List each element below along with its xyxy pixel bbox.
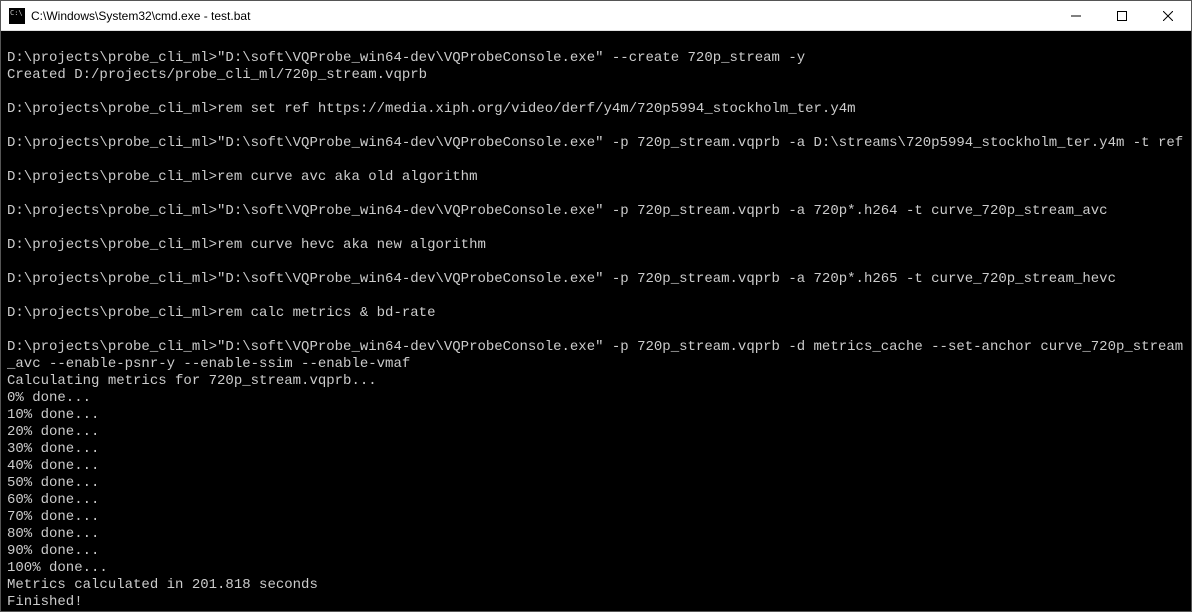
terminal-line: 50% done... [7, 475, 1185, 492]
close-button[interactable] [1145, 1, 1191, 30]
terminal-line [7, 186, 1185, 203]
terminal-line: 40% done... [7, 458, 1185, 475]
terminal-output[interactable]: D:\projects\probe_cli_ml>"D:\soft\VQProb… [1, 31, 1191, 611]
window-controls [1053, 1, 1191, 30]
terminal-line: Finished! [7, 594, 1185, 611]
terminal-line: 0% done... [7, 390, 1185, 407]
terminal-line: D:\projects\probe_cli_ml>"D:\soft\VQProb… [7, 339, 1185, 373]
maximize-button[interactable] [1099, 1, 1145, 30]
terminal-line [7, 322, 1185, 339]
terminal-line: D:\projects\probe_cli_ml>rem curve avc a… [7, 169, 1185, 186]
terminal-line [7, 288, 1185, 305]
terminal-line: D:\projects\probe_cli_ml>"D:\soft\VQProb… [7, 203, 1185, 220]
terminal-line: 100% done... [7, 560, 1185, 577]
terminal-line: D:\projects\probe_cli_ml>rem set ref htt… [7, 101, 1185, 118]
terminal-line: Calculating metrics for 720p_stream.vqpr… [7, 373, 1185, 390]
terminal-line: D:\projects\probe_cli_ml>"D:\soft\VQProb… [7, 50, 1185, 67]
terminal-line: 10% done... [7, 407, 1185, 424]
terminal-line: 20% done... [7, 424, 1185, 441]
terminal-line [7, 118, 1185, 135]
terminal-line [7, 84, 1185, 101]
terminal-line: 80% done... [7, 526, 1185, 543]
terminal-line: 60% done... [7, 492, 1185, 509]
cmd-icon [9, 8, 25, 24]
terminal-line: D:\projects\probe_cli_ml>"D:\soft\VQProb… [7, 135, 1185, 152]
terminal-line: 70% done... [7, 509, 1185, 526]
cmd-window: C:\Windows\System32\cmd.exe - test.bat D… [0, 0, 1192, 612]
terminal-line [7, 220, 1185, 237]
terminal-line: D:\projects\probe_cli_ml>"D:\soft\VQProb… [7, 271, 1185, 288]
terminal-line: 90% done... [7, 543, 1185, 560]
terminal-line [7, 152, 1185, 169]
titlebar[interactable]: C:\Windows\System32\cmd.exe - test.bat [1, 1, 1191, 31]
terminal-line: 30% done... [7, 441, 1185, 458]
window-title: C:\Windows\System32\cmd.exe - test.bat [31, 9, 1053, 23]
terminal-line [7, 254, 1185, 271]
terminal-line [7, 33, 1185, 50]
terminal-line: Metrics calculated in 201.818 seconds [7, 577, 1185, 594]
terminal-line: Created D:/projects/probe_cli_ml/720p_st… [7, 67, 1185, 84]
minimize-button[interactable] [1053, 1, 1099, 30]
terminal-line: D:\projects\probe_cli_ml>rem curve hevc … [7, 237, 1185, 254]
terminal-line: D:\projects\probe_cli_ml>rem calc metric… [7, 305, 1185, 322]
